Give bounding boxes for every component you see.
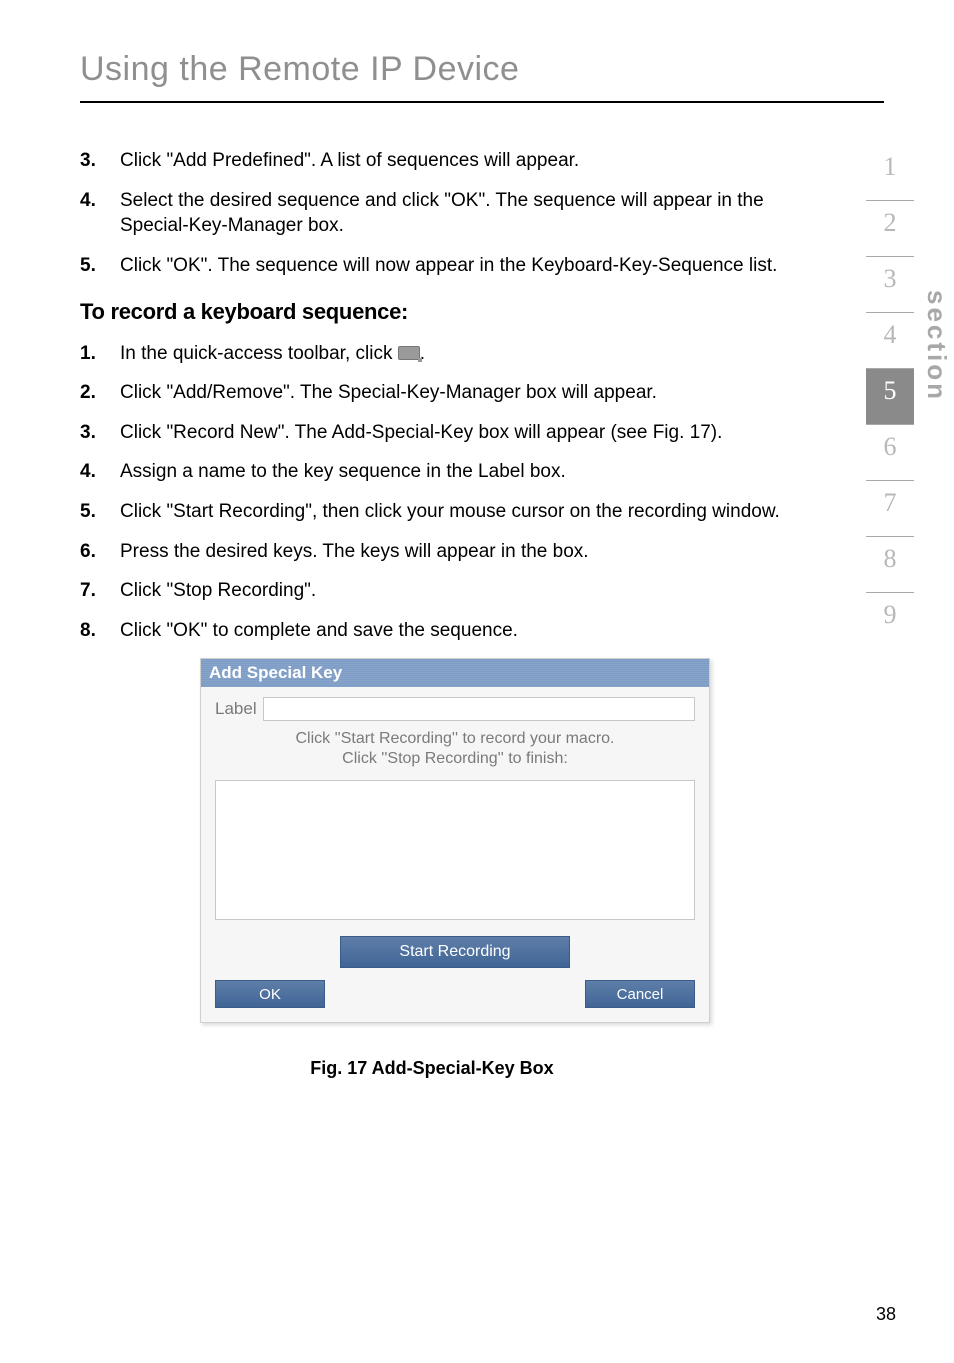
list-text: Press the desired keys. The keys will ap… bbox=[120, 539, 884, 565]
list-text-pre: In the quick-access toolbar, click bbox=[120, 343, 398, 364]
dialog-bottom-row: OK Cancel bbox=[215, 980, 695, 1008]
list-item: 5. Click "Start Recording", then click y… bbox=[80, 499, 884, 525]
cancel-button[interactable]: Cancel bbox=[585, 980, 695, 1008]
start-recording-button[interactable]: Start Recording bbox=[340, 936, 570, 968]
list-text: Click "OK" to complete and save the sequ… bbox=[120, 618, 884, 644]
list-number: 1. bbox=[80, 341, 120, 367]
list-number: 2. bbox=[80, 380, 120, 406]
dialog-body: Label Click ''Start Recording'' to recor… bbox=[201, 687, 709, 1023]
list-number: 5. bbox=[80, 253, 120, 279]
section-nav-item-9[interactable]: 9 bbox=[866, 593, 914, 649]
list-number: 3. bbox=[80, 148, 120, 174]
section-nav-item-5[interactable]: 5 bbox=[866, 369, 914, 425]
dialog-instructions: Click ''Start Recording'' to record your… bbox=[215, 729, 695, 771]
list-item: 1. In the quick-access toolbar, click . bbox=[80, 341, 884, 367]
list-text: Click "Start Recording", then click your… bbox=[120, 499, 884, 525]
section-label: section bbox=[921, 290, 952, 402]
page-number: 38 bbox=[876, 1304, 896, 1325]
figure-caption: Fig. 17 Add-Special-Key Box bbox=[80, 1058, 884, 1079]
list-item: 7. Click "Stop Recording". bbox=[80, 578, 884, 604]
list-number: 4. bbox=[80, 188, 120, 239]
keyboard-key-icon bbox=[398, 346, 420, 360]
dialog-start-row: Start Recording bbox=[215, 936, 695, 968]
dialog-label-row: Label bbox=[215, 697, 695, 721]
title-rule bbox=[80, 101, 884, 103]
list-text: Click "Add/Remove". The Special-Key-Mana… bbox=[120, 380, 884, 406]
dialog-instructions-line2: Click ''Stop Recording'' to finish: bbox=[342, 750, 568, 767]
list-item: 8. Click "OK" to complete and save the s… bbox=[80, 618, 884, 644]
list-text: Assign a name to the key sequence in the… bbox=[120, 459, 884, 485]
page-title: Using the Remote IP Device bbox=[80, 50, 884, 89]
list-item: 4. Assign a name to the key sequence in … bbox=[80, 459, 884, 485]
dialog-instructions-line1: Click ''Start Recording'' to record your… bbox=[296, 730, 615, 747]
list-text: Click "Add Predefined". A list of sequen… bbox=[120, 148, 884, 174]
section-nav-item-8[interactable]: 8 bbox=[866, 537, 914, 593]
ok-button[interactable]: OK bbox=[215, 980, 325, 1008]
section-nav-item-4[interactable]: 4 bbox=[866, 313, 914, 369]
list-text: Select the desired sequence and click "O… bbox=[120, 188, 884, 239]
section-nav-item-1[interactable]: 1 bbox=[866, 145, 914, 201]
list-item: 5. Click "OK". The sequence will now app… bbox=[80, 253, 884, 279]
list-text: Click "Record New". The Add-Special-Key … bbox=[120, 420, 884, 446]
label-input[interactable] bbox=[263, 697, 695, 721]
list-text: Click "Stop Recording". bbox=[120, 578, 884, 604]
section-nav-item-7[interactable]: 7 bbox=[866, 481, 914, 537]
section-nav: 1 2 3 4 5 6 7 8 9 bbox=[866, 145, 914, 649]
list-number: 6. bbox=[80, 539, 120, 565]
list-item: 3. Click "Add Predefined". A list of seq… bbox=[80, 148, 884, 174]
recording-textarea[interactable] bbox=[215, 780, 695, 920]
list-number: 4. bbox=[80, 459, 120, 485]
section-nav-item-3[interactable]: 3 bbox=[866, 257, 914, 313]
list-number: 5. bbox=[80, 499, 120, 525]
list-item: 6. Press the desired keys. The keys will… bbox=[80, 539, 884, 565]
first-ordered-list: 3. Click "Add Predefined". A list of seq… bbox=[80, 148, 884, 279]
list-text: In the quick-access toolbar, click . bbox=[120, 341, 884, 367]
dialog-label-text: Label bbox=[215, 699, 257, 719]
subheading: To record a keyboard sequence: bbox=[80, 299, 884, 325]
list-item: 2. Click "Add/Remove". The Special-Key-M… bbox=[80, 380, 884, 406]
list-number: 7. bbox=[80, 578, 120, 604]
section-nav-item-6[interactable]: 6 bbox=[866, 425, 914, 481]
second-ordered-list: 1. In the quick-access toolbar, click . … bbox=[80, 341, 884, 644]
list-number: 8. bbox=[80, 618, 120, 644]
list-item: 3. Click "Record New". The Add-Special-K… bbox=[80, 420, 884, 446]
list-text: Click "OK". The sequence will now appear… bbox=[120, 253, 884, 279]
add-special-key-dialog: Add Special Key Label Click ''Start Reco… bbox=[200, 658, 710, 1024]
dialog-title: Add Special Key bbox=[201, 659, 709, 687]
section-nav-item-2[interactable]: 2 bbox=[866, 201, 914, 257]
list-number: 3. bbox=[80, 420, 120, 446]
list-item: 4. Select the desired sequence and click… bbox=[80, 188, 884, 239]
